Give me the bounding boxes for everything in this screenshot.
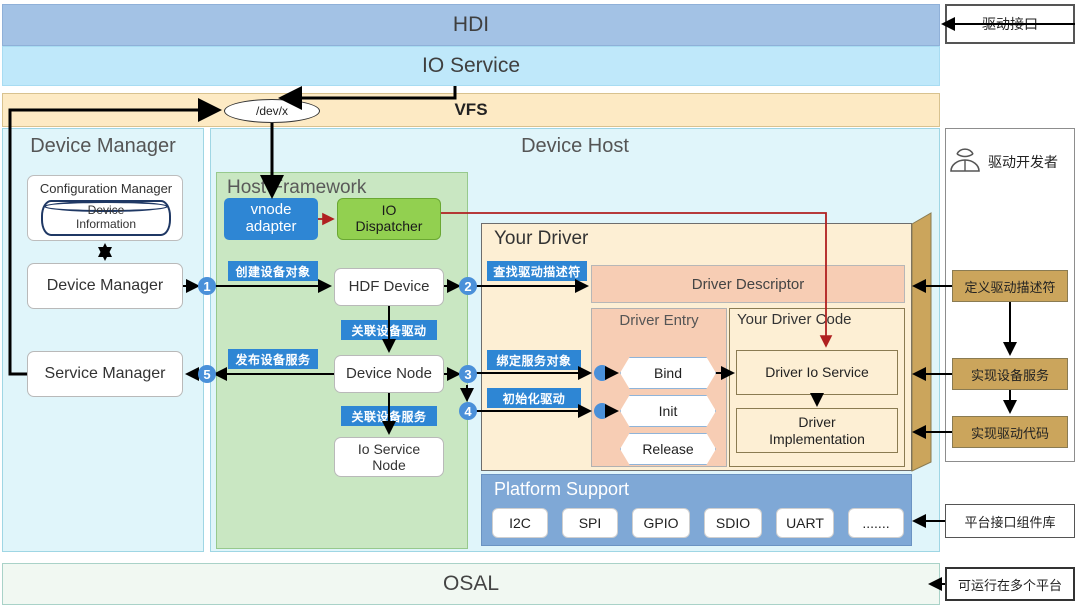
platform-interface-library-box: 平台接口组件库 [945, 504, 1075, 538]
init-connector-dot [594, 403, 610, 419]
driver-interface-box: 驱动接口 [945, 4, 1075, 44]
device-node-box: Device Node [334, 355, 444, 393]
driver-io-service-box: Driver Io Service [736, 350, 898, 395]
devx-node: /dev/x [224, 99, 320, 123]
architecture-diagram: HDI IO Service VFS /dev/x Device Manager… [0, 0, 1080, 609]
label-find-driver-descriptor-text: 查找驱动描述符 [493, 264, 581, 279]
step-badge-4: 4 [459, 402, 477, 420]
io-service-bar: IO Service [2, 46, 940, 86]
bind-label: Bind [653, 365, 683, 381]
runs-on-multiple-platforms-label: 可运行在多个平台 [957, 577, 1062, 593]
your-driver-title: Your Driver [494, 228, 589, 249]
device-information-cylinder: Device Information [41, 200, 171, 236]
platform-item-1-label: SPI [578, 515, 602, 531]
vfs-bar: VFS [2, 93, 940, 127]
step-badge-5: 5 [198, 365, 216, 383]
step-badge-2-label: 2 [464, 278, 472, 294]
label-associate-device-driver: 关联设备驱动 [341, 320, 437, 340]
osal-bar: OSAL [2, 563, 940, 605]
platform-item-2-label: GPIO [643, 515, 679, 531]
label-publish-device-service-text: 发布设备服务 [235, 352, 311, 367]
release-hexagon: Release [620, 433, 716, 465]
label-init-driver-text: 初始化驱动 [502, 391, 566, 406]
driver-interface-label: 驱动接口 [982, 16, 1038, 32]
driver-implementation-box: Driver Implementation [736, 408, 898, 453]
step-badge-3-label: 3 [464, 366, 472, 382]
label-associate-device-service-text: 关联设备服务 [351, 409, 427, 424]
release-label: Release [642, 441, 694, 457]
label-publish-device-service: 发布设备服务 [228, 349, 318, 369]
label-find-driver-descriptor: 查找驱动描述符 [487, 261, 587, 281]
device-manager-box-label: Device Manager [46, 276, 164, 294]
label-init-driver: 初始化驱动 [487, 388, 581, 408]
io-service-label: IO Service [421, 54, 521, 77]
hdi-label: HDI [452, 13, 490, 36]
osal-label: OSAL [442, 572, 500, 595]
label-create-device-object-text: 创建设备对象 [235, 264, 311, 279]
implement-driver-code-label: 实现驱动代码 [970, 425, 1049, 441]
platform-support-title: Platform Support [494, 479, 630, 499]
bind-connector-dot [594, 365, 610, 381]
step-badge-1: 1 [198, 277, 216, 295]
developer-title-label: 驱动开发者 [988, 154, 1058, 170]
service-manager-box: Service Manager [27, 351, 183, 397]
platform-item-0-label: I2C [509, 515, 531, 531]
step-badge-5-label: 5 [203, 366, 211, 382]
platform-item-4-label: UART [786, 515, 824, 531]
implement-driver-code-box: 实现驱动代码 [952, 416, 1068, 448]
label-create-device-object: 创建设备对象 [228, 261, 318, 281]
define-driver-descriptor-box: 定义驱动描述符 [952, 270, 1068, 302]
step-badge-1-label: 1 [203, 278, 211, 294]
configuration-manager-box: Configuration Manager Device Information [27, 175, 183, 241]
driver-io-service-label: Driver Io Service [765, 364, 869, 381]
platform-interface-library-label: 平台接口组件库 [964, 514, 1056, 530]
platform-item-4[interactable]: UART [776, 508, 834, 538]
your-driver-code-title: Your Driver Code [737, 311, 852, 328]
label-associate-device-service: 关联设备服务 [341, 406, 437, 426]
io-service-node-label: Io Service Node [357, 440, 421, 473]
step-badge-3: 3 [459, 365, 477, 383]
hdf-device-box: HDF Device [334, 268, 444, 306]
implement-device-service-label: 实现设备服务 [970, 367, 1049, 383]
step-badge-2: 2 [459, 277, 477, 295]
configuration-manager-label: Configuration Manager [39, 180, 173, 196]
label-bind-service-object-text: 绑定服务对象 [496, 353, 572, 368]
io-service-node-box: Io Service Node [334, 437, 444, 477]
driver-implementation-label: Driver Implementation [769, 414, 865, 447]
step-badge-4-label: 4 [464, 403, 472, 419]
io-dispatcher-label: IO Dispatcher [355, 202, 423, 234]
runs-on-multiple-platforms-box: 可运行在多个平台 [945, 567, 1075, 601]
platform-item-3[interactable]: SDIO [704, 508, 762, 538]
init-hexagon: Init [620, 395, 716, 427]
implement-device-service-box: 实现设备服务 [952, 358, 1068, 390]
device-node-label: Device Node [346, 365, 432, 383]
device-information-label: Device Information [75, 203, 137, 231]
device-host-pane-title: Device Host [521, 135, 629, 157]
devx-label: /dev/x [255, 104, 288, 118]
vnode-adapter-label: vnode adapter [245, 201, 297, 235]
init-label: Init [658, 403, 678, 419]
label-associate-device-driver-text: 关联设备驱动 [351, 323, 427, 338]
device-manager-pane-title: Device Manager [30, 135, 176, 157]
platform-item-2[interactable]: GPIO [632, 508, 690, 538]
platform-item-5[interactable]: ....... [848, 508, 904, 538]
define-driver-descriptor-label: 定义驱动描述符 [964, 279, 1056, 295]
vfs-label: VFS [454, 100, 488, 119]
label-bind-service-object: 绑定服务对象 [487, 350, 581, 370]
driver-descriptor-label: Driver Descriptor [691, 275, 805, 293]
platform-item-0[interactable]: I2C [492, 508, 548, 538]
platform-item-5-label: ....... [862, 515, 890, 531]
hdf-device-label: HDF Device [348, 278, 430, 296]
bind-hexagon: Bind [620, 357, 716, 389]
driver-descriptor-box: Driver Descriptor [591, 265, 905, 303]
platform-item-1[interactable]: SPI [562, 508, 618, 538]
vnode-adapter-box: vnode adapter [224, 198, 318, 240]
platform-item-3-label: SDIO [715, 515, 751, 531]
io-dispatcher-box: IO Dispatcher [337, 198, 441, 240]
hdi-bar: HDI [2, 4, 940, 46]
device-manager-box: Device Manager [27, 263, 183, 309]
driver-entry-title: Driver Entry [619, 312, 699, 329]
service-manager-box-label: Service Manager [44, 364, 166, 382]
host-framework-title: Host Framework [227, 177, 367, 198]
